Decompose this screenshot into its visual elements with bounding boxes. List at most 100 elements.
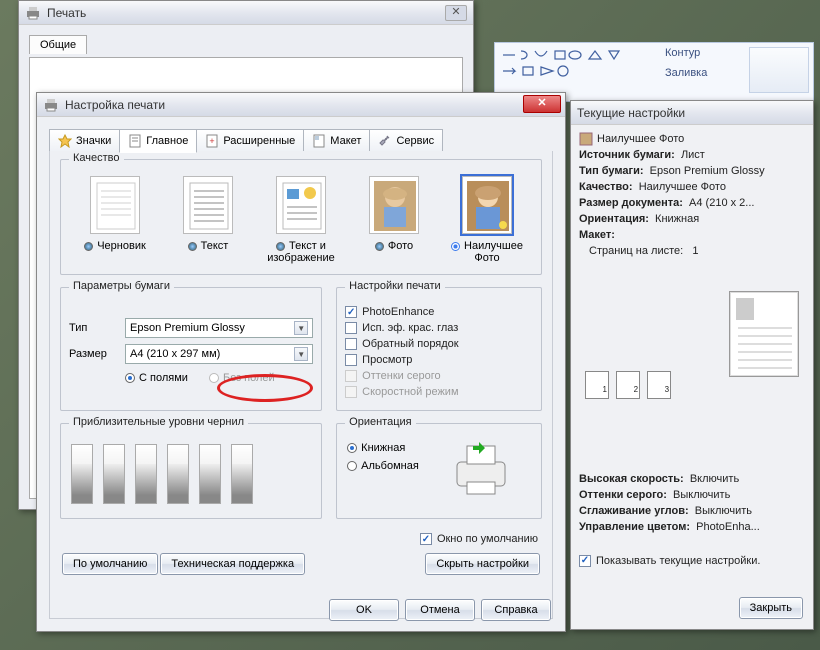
tab-layout-label: Макет: [330, 135, 361, 147]
document-plus-icon: +: [205, 134, 219, 148]
layout-mini-2: 2: [616, 371, 640, 399]
info-titlebar[interactable]: Текущие настройки: [571, 101, 813, 125]
info-layout-key: Макет:: [579, 229, 615, 241]
btn-close-info[interactable]: Закрыть: [739, 597, 803, 619]
info-smooth-key: Сглаживание углов:: [579, 505, 689, 517]
quality-best-photo[interactable]: Наилучшее Фото: [445, 176, 529, 264]
info-docsize-key: Размер документа:: [579, 197, 683, 209]
close-button[interactable]: ✕: [523, 95, 561, 113]
layout-mini-1: 1: [585, 371, 609, 399]
tab-advanced[interactable]: +Расширенные: [196, 129, 304, 153]
paper-type-combo[interactable]: Epson Premium Glossy▼: [125, 318, 313, 338]
orientation-group: Ориентация Книжная Альбомная: [336, 423, 542, 519]
orientation-legend: Ориентация: [345, 416, 415, 428]
chk-reverse[interactable]: Обратный порядок: [345, 338, 533, 350]
info-source-key: Источник бумаги:: [579, 149, 675, 161]
chk-default-window[interactable]: Окно по умолчанию: [420, 533, 538, 545]
tab-main-label: Главное: [146, 135, 188, 147]
chk-photoenhance[interactable]: PhotoEnhance: [345, 306, 533, 318]
info-type-val: Epson Premium Glossy: [650, 165, 765, 177]
chk-fast-label: Скоростной режим: [362, 386, 458, 398]
quality-photo-label: Фото: [388, 240, 413, 252]
tab-general[interactable]: Общие: [29, 35, 87, 54]
svg-text:+: +: [210, 136, 215, 146]
document-icon: [128, 134, 142, 148]
btn-ok[interactable]: OK: [329, 599, 399, 621]
radio-portrait-label: Книжная: [361, 442, 405, 454]
chk-preview[interactable]: Просмотр: [345, 354, 533, 366]
radio-borderless[interactable]: Без полей: [209, 372, 275, 384]
tab-service-label: Сервис: [396, 135, 434, 147]
info-orient-val: Книжная: [655, 213, 699, 225]
tab-main[interactable]: Главное: [119, 129, 197, 153]
quality-text-image[interactable]: Текст и изображение: [259, 176, 343, 264]
chk-reverse-label: Обратный порядок: [362, 338, 458, 350]
close-icon[interactable]: ✕: [445, 5, 467, 21]
btn-tech-support[interactable]: Техническая поддержка: [160, 553, 305, 575]
paper-size-combo[interactable]: A4 (210 x 297 мм)▼: [125, 344, 313, 364]
printopts-legend: Настройки печати: [345, 280, 445, 292]
print-title: Печать: [47, 6, 467, 20]
btn-defaults[interactable]: По умолчанию: [62, 553, 158, 575]
radio-portrait[interactable]: Книжная: [347, 442, 419, 454]
radio-with-margins[interactable]: С полями: [125, 372, 188, 384]
document-preview: [729, 291, 799, 377]
main-panel: Качество Черновик Текст Текст и изображе…: [49, 151, 553, 619]
printing-preferences-dialog: Настройка печати ✕ Значки Главное +Расши…: [36, 92, 566, 632]
ink-group: Приблизительные уровни чернил: [60, 423, 322, 519]
info-title: Текущие настройки: [577, 106, 807, 120]
btn-help[interactable]: Справка: [481, 599, 551, 621]
settings-titlebar[interactable]: Настройка печати ✕: [37, 93, 565, 117]
chk-show-current-label: Показывать текущие настройки.: [596, 553, 760, 569]
chk-redeye[interactable]: Исп. эф. крас. глаз: [345, 322, 533, 334]
paper-group: Параметры бумаги Тип Epson Premium Gloss…: [60, 287, 322, 411]
shapes-gallery[interactable]: [501, 49, 651, 89]
ink-cartridge: [167, 444, 189, 504]
quality-draft[interactable]: Черновик: [73, 176, 157, 264]
radio-landscape-label: Альбомная: [361, 460, 419, 472]
ribbon-fill-label[interactable]: Заливка: [665, 67, 707, 79]
ink-cartridge: [199, 444, 221, 504]
chevron-down-icon: ▼: [294, 321, 308, 335]
info-source-val: Лист: [681, 149, 705, 161]
tab-layout[interactable]: Макет: [303, 129, 370, 153]
dialog-buttons: OK Отмена Справка: [329, 599, 551, 621]
quality-group: Качество Черновик Текст Текст и изображе…: [60, 159, 542, 275]
paper-size-label: Размер: [69, 348, 125, 360]
quality-bestphoto-label: Наилучшее Фото: [464, 240, 523, 264]
btn-hide-settings[interactable]: Скрыть настройки: [425, 553, 540, 575]
info-docsize-val: A4 (210 x 2...: [689, 197, 754, 209]
chk-fast: Скоростной режим: [345, 386, 533, 398]
ink-cartridge: [71, 444, 93, 504]
draft-thumb-icon: [91, 177, 141, 235]
radio-landscape[interactable]: Альбомная: [347, 460, 419, 472]
paper-size-value: A4 (210 x 297 мм): [130, 348, 220, 360]
info-quality-key: Качество:: [579, 181, 633, 193]
info-pps-val: 1: [692, 245, 698, 257]
info-gray-val: Выключить: [673, 489, 730, 501]
print-titlebar[interactable]: Печать ✕: [19, 1, 473, 25]
printer-illustration: [449, 438, 513, 498]
tab-strip: Значки Главное +Расширенные Макет Сервис: [49, 129, 442, 153]
ink-cartridge: [103, 444, 125, 504]
quality-photo[interactable]: Фото: [352, 176, 436, 264]
info-orient-key: Ориентация:: [579, 213, 649, 225]
ink-legend: Приблизительные уровни чернил: [69, 416, 248, 428]
chk-grayscale-label: Оттенки серого: [362, 370, 440, 382]
wrench-icon: [378, 134, 392, 148]
tab-service[interactable]: Сервис: [369, 129, 443, 153]
btn-cancel[interactable]: Отмена: [405, 599, 475, 621]
chk-show-current[interactable]: Показывать текущие настройки.: [579, 553, 805, 569]
tab-favorites[interactable]: Значки: [49, 129, 120, 153]
settings-title: Настройка печати: [65, 98, 559, 112]
printer-icon: [43, 97, 59, 113]
ribbon-contour-label[interactable]: Контур: [665, 47, 700, 59]
quality-text[interactable]: Текст: [166, 176, 250, 264]
radio-borderless-label: Без полей: [223, 372, 275, 384]
chk-grayscale: Оттенки серого: [345, 370, 533, 382]
bestphoto-thumb-icon: [463, 177, 513, 235]
radio-with-margins-label: С полями: [139, 372, 188, 384]
star-icon: [58, 134, 72, 148]
info-pps-key: Страниц на листе:: [589, 245, 683, 257]
chk-default-window-label: Окно по умолчанию: [437, 533, 538, 545]
